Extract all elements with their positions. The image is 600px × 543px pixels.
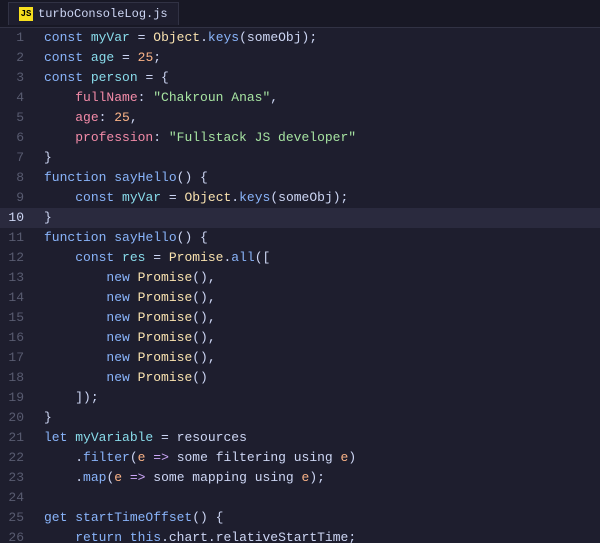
line-content-20: } [40,408,600,428]
line-num-3: 3 [0,68,40,88]
line-content-15: new Promise(), [40,308,600,328]
line-5: 5 age: 25, [0,108,600,128]
line-4: 4 fullName: "Chakroun Anas", [0,88,600,108]
line-num-24: 24 [0,488,40,508]
line-num-9: 9 [0,188,40,208]
line-num-22: 22 [0,448,40,468]
line-num-14: 14 [0,288,40,308]
line-num-11: 11 [0,228,40,248]
line-content-2: const age = 25; [40,48,600,68]
line-num-10: 10 [0,208,40,228]
tab-filename: turboConsoleLog.js [38,7,168,21]
line-content-9: const myVar = Object.keys(someObj); [40,188,600,208]
line-num-4: 4 [0,88,40,108]
line-content-16: new Promise(), [40,328,600,348]
line-content-5: age: 25, [40,108,600,128]
line-6: 6 profession: "Fullstack JS developer" [0,128,600,148]
line-num-12: 12 [0,248,40,268]
line-content-14: new Promise(), [40,288,600,308]
line-content-19: ]); [40,388,600,408]
tab-bar: JS turboConsoleLog.js [0,0,600,28]
line-24: 24 [0,488,600,508]
line-content-21: let myVariable = resources [40,428,600,448]
line-10: 10 } [0,208,600,228]
code-editor: 1 const myVar = Object.keys(someObj); 2 … [0,28,600,543]
line-23: 23 .map(e => some mapping using e); [0,468,600,488]
line-content-13: new Promise(), [40,268,600,288]
line-15: 15 new Promise(), [0,308,600,328]
line-num-15: 15 [0,308,40,328]
line-num-25: 25 [0,508,40,528]
line-num-13: 13 [0,268,40,288]
line-num-1: 1 [0,28,40,48]
line-13: 13 new Promise(), [0,268,600,288]
line-22: 22 .filter(e => some filtering using e) [0,448,600,468]
line-num-20: 20 [0,408,40,428]
line-num-21: 21 [0,428,40,448]
line-num-23: 23 [0,468,40,488]
line-content-10: } [40,208,600,228]
line-num-18: 18 [0,368,40,388]
line-num-8: 8 [0,168,40,188]
line-20: 20 } [0,408,600,428]
line-content-3: const person = { [40,68,600,88]
js-icon: JS [19,7,33,21]
line-17: 17 new Promise(), [0,348,600,368]
line-7: 7 } [0,148,600,168]
line-num-5: 5 [0,108,40,128]
line-content-4: fullName: "Chakroun Anas", [40,88,600,108]
line-26: 26 return this.chart.relativeStartTime; [0,528,600,543]
line-num-2: 2 [0,48,40,68]
line-content-11: function sayHello() { [40,228,600,248]
line-content-7: } [40,148,600,168]
line-num-7: 7 [0,148,40,168]
line-content-25: get startTimeOffset() { [40,508,600,528]
line-3: 3 const person = { [0,68,600,88]
line-25: 25 get startTimeOffset() { [0,508,600,528]
line-content-26: return this.chart.relativeStartTime; [40,528,600,543]
line-9: 9 const myVar = Object.keys(someObj); [0,188,600,208]
line-num-16: 16 [0,328,40,348]
line-content-22: .filter(e => some filtering using e) [40,448,600,468]
line-num-26: 26 [0,528,40,543]
line-14: 14 new Promise(), [0,288,600,308]
line-21: 21 let myVariable = resources [0,428,600,448]
line-num-17: 17 [0,348,40,368]
line-content-12: const res = Promise.all([ [40,248,600,268]
line-content-18: new Promise() [40,368,600,388]
line-19: 19 ]); [0,388,600,408]
line-16: 16 new Promise(), [0,328,600,348]
line-content-8: function sayHello() { [40,168,600,188]
line-num-6: 6 [0,128,40,148]
line-12: 12 const res = Promise.all([ [0,248,600,268]
line-content-23: .map(e => some mapping using e); [40,468,600,488]
line-content-17: new Promise(), [40,348,600,368]
line-content-1: const myVar = Object.keys(someObj); [40,28,600,48]
line-18: 18 new Promise() [0,368,600,388]
file-tab[interactable]: JS turboConsoleLog.js [8,2,179,25]
line-8: 8 function sayHello() { [0,168,600,188]
line-11: 11 function sayHello() { [0,228,600,248]
line-1: 1 const myVar = Object.keys(someObj); [0,28,600,48]
line-2: 2 const age = 25; [0,48,600,68]
line-content-6: profession: "Fullstack JS developer" [40,128,600,148]
line-num-19: 19 [0,388,40,408]
